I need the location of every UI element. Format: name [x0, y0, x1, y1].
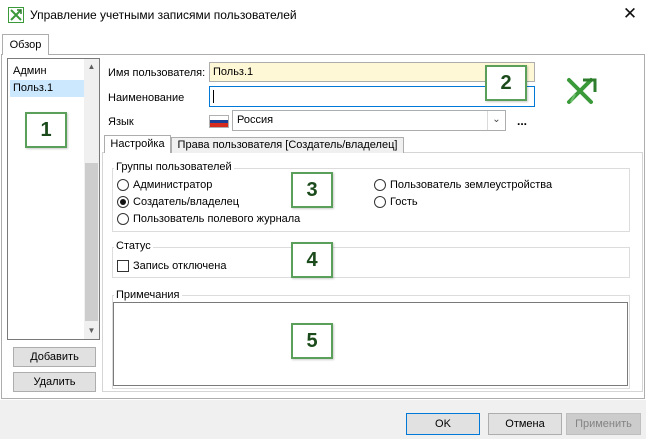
radio-circle[interactable] [374, 179, 386, 191]
list-scrollbar[interactable]: ▲ ▼ [84, 59, 99, 339]
delete-button[interactable]: Удалить [13, 372, 96, 392]
add-button[interactable]: Добавить [13, 347, 96, 367]
tab-user-rights[interactable]: Права пользователя [Создатель/владелец] [171, 137, 404, 153]
notes-textarea[interactable] [113, 302, 628, 386]
radio-circle[interactable] [117, 213, 129, 225]
callout-5: 5 [291, 323, 333, 359]
window-title: Управление учетными записями пользовател… [30, 8, 297, 22]
status-title: Статус [114, 240, 153, 252]
user-groups-title: Группы пользователей [114, 161, 234, 173]
tab-overview[interactable]: Обзор [2, 34, 49, 55]
language-select[interactable]: Россия [232, 110, 506, 131]
language-label: Язык [108, 116, 134, 128]
callout-1: 1 [25, 112, 67, 148]
text-caret [213, 90, 214, 103]
radio-circle[interactable] [117, 196, 129, 208]
app-logo-icon [8, 7, 24, 23]
username-label: Имя пользователя: [108, 67, 206, 79]
name-label: Наименование [108, 92, 185, 104]
checkbox-label: Запись отключена [133, 260, 227, 272]
scroll-up-icon[interactable]: ▲ [84, 59, 99, 75]
scroll-down-icon[interactable]: ▼ [84, 323, 99, 339]
ok-button[interactable]: OK [406, 413, 480, 435]
notes-title: Примечания [114, 289, 182, 301]
radio-land-management-user[interactable]: Пользователь землеустройства [374, 179, 552, 192]
checkbox-square[interactable] [117, 260, 129, 272]
chevron-down-icon[interactable]: ⌄ [487, 111, 505, 130]
apply-button[interactable]: Применить [566, 413, 641, 435]
callout-2: 2 [485, 65, 527, 101]
radio-administrator[interactable]: Администратор [117, 179, 212, 192]
radio-circle[interactable] [117, 179, 129, 191]
app-logo-icon [567, 78, 597, 104]
radio-creator-owner[interactable]: Создатель/владелец [117, 196, 239, 209]
tab-settings[interactable]: Настройка [104, 135, 171, 153]
callout-4: 4 [291, 242, 333, 278]
callout-3: 3 [291, 172, 333, 208]
radio-label: Гость [390, 196, 418, 208]
list-item-user1[interactable]: Польз.1 [10, 80, 86, 97]
radio-label: Создатель/владелец [133, 196, 240, 208]
radio-label: Пользователь полевого журнала [133, 213, 301, 225]
record-disabled-checkbox[interactable]: Запись отключена [117, 260, 226, 273]
radio-circle[interactable] [374, 196, 386, 208]
radio-guest[interactable]: Гость [374, 196, 418, 209]
scroll-thumb[interactable] [85, 163, 98, 321]
user-list[interactable]: Админ Польз.1 ▲ ▼ [7, 58, 100, 340]
radio-label: Пользователь землеустройства [390, 179, 553, 191]
radio-field-journal-user[interactable]: Пользователь полевого журнала [117, 213, 300, 226]
russia-flag-icon [209, 115, 229, 128]
close-icon[interactable]: ✕ [616, 2, 644, 28]
radio-label: Администратор [133, 179, 213, 191]
list-item-admin[interactable]: Админ [10, 63, 86, 80]
language-more-button[interactable]: ... [517, 114, 527, 128]
cancel-button[interactable]: Отмена [488, 413, 562, 435]
